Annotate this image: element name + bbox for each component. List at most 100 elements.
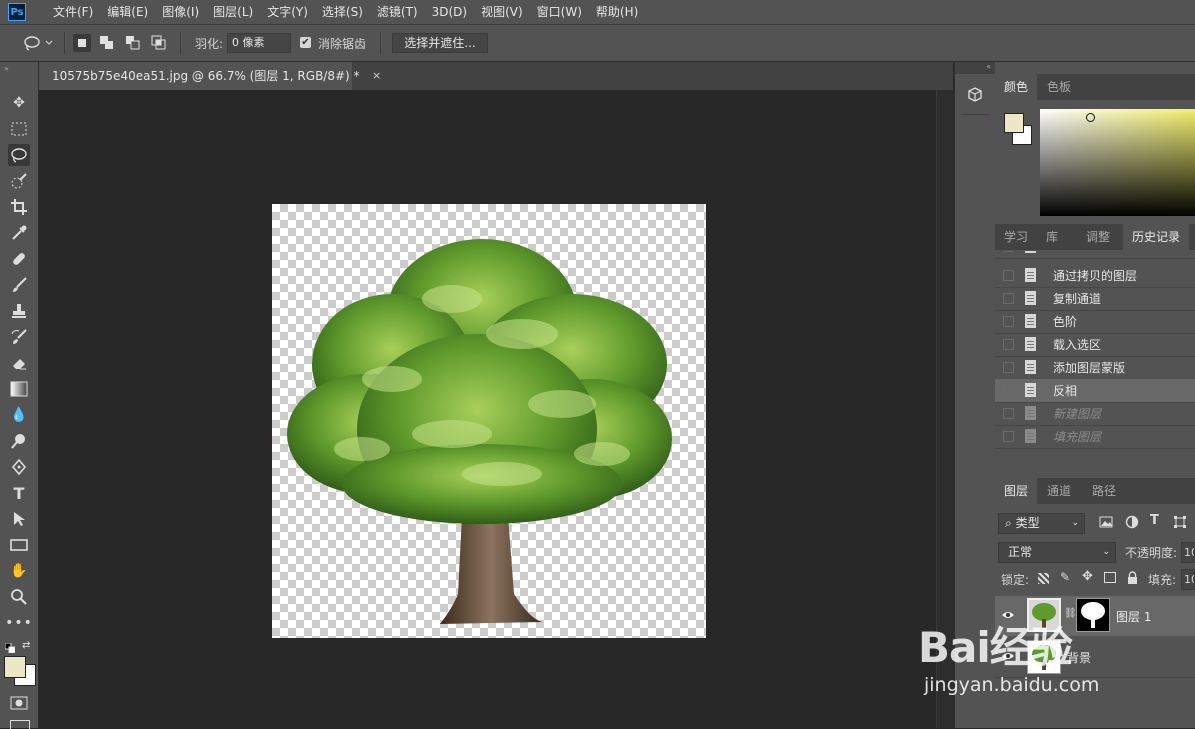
3d-panel-button[interactable] xyxy=(966,86,984,104)
tab-swatches[interactable]: 色板 xyxy=(1038,74,1080,100)
separator xyxy=(64,32,65,54)
healing-brush-tool[interactable] xyxy=(8,248,30,270)
gradient-tool[interactable] xyxy=(8,378,30,400)
type-tool[interactable]: T xyxy=(8,482,30,504)
menu-layer[interactable]: 图层(L) xyxy=(206,0,260,24)
hand-tool[interactable]: ✋ xyxy=(8,560,30,582)
tab-color[interactable]: 颜色 xyxy=(995,74,1038,100)
dodge-tool[interactable] xyxy=(8,430,30,452)
color-picker-cursor[interactable] xyxy=(1086,113,1095,122)
clone-stamp-tool[interactable] xyxy=(8,300,30,322)
foreground-color-swatch[interactable] xyxy=(4,656,26,678)
lock-position-icon[interactable]: ✥ xyxy=(1082,569,1093,584)
more-tools-button[interactable]: ••• xyxy=(5,612,33,634)
swap-colors-icon[interactable]: ⇄ xyxy=(22,640,30,651)
history-item[interactable]: ... xyxy=(995,251,1195,259)
select-and-mask-button[interactable]: 选择并遮住... xyxy=(392,33,488,53)
history-snapshot-checkbox[interactable] xyxy=(1003,431,1014,442)
tab-adjustments[interactable]: 调整 xyxy=(1077,224,1119,250)
history-item[interactable]: 通过拷贝的图层 xyxy=(995,264,1195,288)
intersect-selection-icon xyxy=(151,35,166,50)
eraser-icon xyxy=(13,359,26,370)
image-canvas[interactable] xyxy=(272,204,706,638)
lock-transparent-icon[interactable] xyxy=(1038,573,1049,584)
crop-tool[interactable] xyxy=(8,196,30,218)
history-item[interactable]: 添加图层蒙版 xyxy=(995,356,1195,380)
pen-tool[interactable] xyxy=(8,456,30,478)
blur-tool[interactable]: 💧 xyxy=(8,404,30,426)
antialias-checkbox[interactable]: ✔ xyxy=(300,37,311,48)
tab-paths[interactable]: 路径 xyxy=(1083,478,1125,504)
foreground-color-chip[interactable] xyxy=(1004,113,1024,133)
lasso-preset-picker[interactable] xyxy=(22,33,56,53)
history-item[interactable]: 复制通道 xyxy=(995,287,1195,311)
filter-adjustment-button[interactable] xyxy=(1125,515,1139,529)
filter-shape-button[interactable] xyxy=(1173,515,1187,529)
menu-3d[interactable]: 3D(D) xyxy=(425,0,474,24)
eyedropper-tool[interactable] xyxy=(8,222,30,244)
tab-channels[interactable]: 通道 xyxy=(1038,478,1080,504)
rectangle-tool[interactable] xyxy=(8,534,30,556)
history-item[interactable]: 填充图层 xyxy=(995,425,1195,449)
opacity-input[interactable]: 10 xyxy=(1181,542,1195,563)
ellipsis-icon: ••• xyxy=(5,615,33,631)
history-item-label: 复制通道 xyxy=(1053,292,1102,306)
blend-mode-select[interactable]: 正常 ⌄ xyxy=(998,542,1116,563)
history-item[interactable]: 色阶 xyxy=(995,310,1195,334)
eraser-tool[interactable] xyxy=(8,352,30,374)
subtract-selection-button[interactable] xyxy=(124,34,142,52)
document-tab[interactable]: 10575b75e40ea51.jpg @ 66.7% (图层 1, RGB/8… xyxy=(39,62,360,90)
default-colors-button[interactable] xyxy=(4,642,16,654)
menu-window[interactable]: 窗口(W) xyxy=(530,0,589,24)
history-snapshot-checkbox[interactable] xyxy=(1003,339,1014,350)
layer-filter-select[interactable]: ⌕ 类型 ⌄ xyxy=(998,513,1085,534)
brush-tool[interactable] xyxy=(8,274,30,296)
menu-select[interactable]: 选择(S) xyxy=(315,0,370,24)
chevron-down-icon: ⌄ xyxy=(1102,547,1110,557)
menu-help[interactable]: 帮助(H) xyxy=(589,0,645,24)
lock-all-button[interactable] xyxy=(1127,571,1138,584)
quick-mask-button[interactable] xyxy=(10,696,28,710)
intersect-selection-button[interactable] xyxy=(150,34,168,52)
color-picker-field[interactable] xyxy=(1040,109,1195,216)
menu-file[interactable]: 文件(F) xyxy=(46,0,100,24)
lock-artboard-icon[interactable] xyxy=(1104,572,1116,583)
menu-image[interactable]: 图像(I) xyxy=(155,0,206,24)
zoom-tool[interactable] xyxy=(8,586,30,608)
lasso-tool[interactable] xyxy=(8,144,30,166)
filter-pixel-button[interactable] xyxy=(1099,516,1113,528)
move-tool[interactable]: ✥ xyxy=(8,92,30,114)
history-snapshot-checkbox[interactable] xyxy=(1003,293,1014,304)
history-item[interactable]: 新建图层 xyxy=(995,402,1195,426)
menu-filter[interactable]: 滤镜(T) xyxy=(370,0,425,24)
menu-view[interactable]: 视图(V) xyxy=(474,0,530,24)
history-snapshot-checkbox[interactable] xyxy=(1003,385,1014,396)
collapse-chevrons-icon[interactable]: « xyxy=(955,62,995,74)
menu-edit[interactable]: 编辑(E) xyxy=(100,0,155,24)
filter-type-icon[interactable]: T xyxy=(1150,513,1159,528)
path-selection-tool[interactable] xyxy=(8,508,30,530)
history-brush-tool[interactable] xyxy=(8,326,30,348)
close-tab-icon[interactable]: × xyxy=(372,69,381,82)
tab-libraries[interactable]: 库 xyxy=(1037,224,1067,250)
cube-icon xyxy=(968,87,982,102)
feather-input[interactable]: 0 像素 xyxy=(227,33,291,53)
collapse-chevrons-icon[interactable]: » xyxy=(4,64,9,73)
tab-learn[interactable]: 学习 xyxy=(995,224,1037,250)
marquee-tool[interactable] xyxy=(8,118,30,140)
history-item-current[interactable]: 反相 xyxy=(995,379,1195,403)
history-snapshot-checkbox[interactable] xyxy=(1003,251,1014,252)
add-to-selection-button[interactable] xyxy=(98,34,116,52)
tab-history[interactable]: 历史记录 xyxy=(1123,224,1190,250)
history-snapshot-checkbox[interactable] xyxy=(1003,362,1014,373)
history-snapshot-checkbox[interactable] xyxy=(1003,408,1014,419)
tab-layers[interactable]: 图层 xyxy=(995,478,1038,504)
menu-type[interactable]: 文字(Y) xyxy=(260,0,315,24)
quick-selection-tool[interactable] xyxy=(8,170,30,192)
lock-brush-icon[interactable]: ✎ xyxy=(1060,570,1070,584)
history-snapshot-checkbox[interactable] xyxy=(1003,316,1014,327)
history-item[interactable]: 载入选区 xyxy=(995,333,1195,357)
history-snapshot-checkbox[interactable] xyxy=(1003,270,1014,281)
fill-input[interactable]: 10 xyxy=(1181,569,1195,590)
new-selection-button[interactable] xyxy=(73,34,91,52)
